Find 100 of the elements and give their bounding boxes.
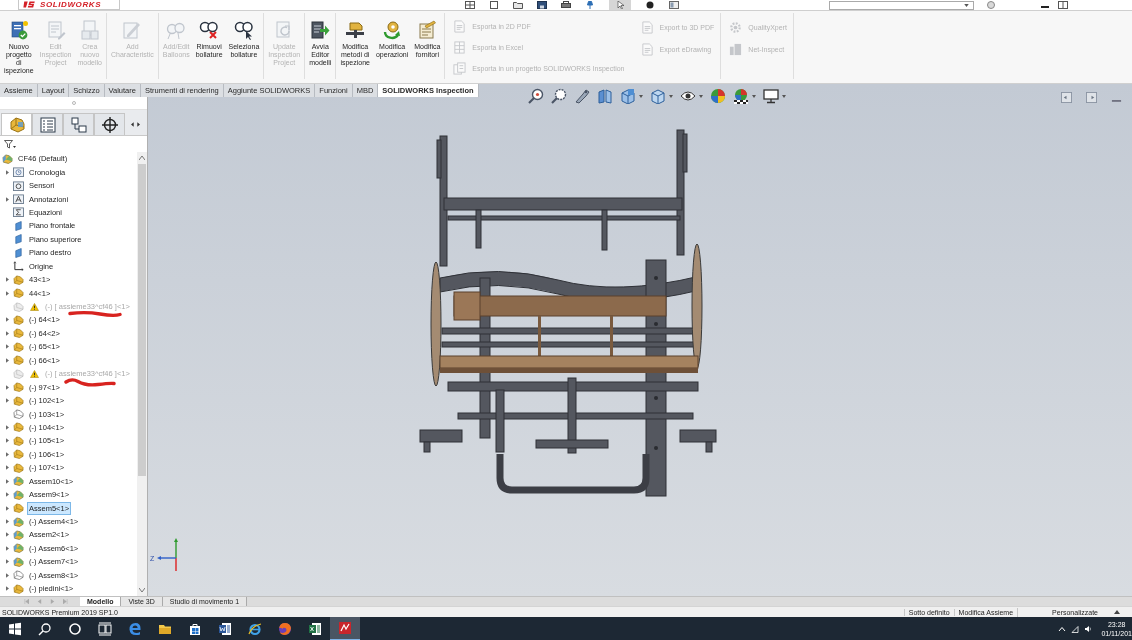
expand-arrow-icon[interactable] <box>6 398 9 404</box>
component-icon <box>13 382 24 393</box>
app-tile-icon <box>338 621 352 635</box>
expand-arrow-icon[interactable] <box>6 532 9 538</box>
chevron-up-icon[interactable] <box>1058 625 1067 633</box>
monitor-icon[interactable] <box>763 88 779 104</box>
caret-icon[interactable] <box>639 94 643 98</box>
disc-icon[interactable] <box>645 1 655 9</box>
component-icon <box>13 288 24 299</box>
caret-icon[interactable] <box>782 94 786 98</box>
expand-arrow-icon[interactable] <box>6 290 9 296</box>
component-outline-icon <box>13 570 24 581</box>
warning-icon <box>30 302 39 311</box>
scroll-down-icon[interactable] <box>139 588 145 592</box>
expand-arrow-icon[interactable] <box>6 519 9 525</box>
caret-icon <box>964 3 969 7</box>
expand-arrow-icon[interactable] <box>6 478 9 484</box>
section-cube-icon[interactable] <box>597 88 613 104</box>
component-icon <box>8 116 25 133</box>
scroll-arrows-icon[interactable] <box>131 122 140 127</box>
pen-scribble-mark <box>64 376 116 388</box>
network-icon[interactable] <box>1071 625 1080 633</box>
expand-arrow-icon[interactable] <box>6 451 9 457</box>
gear-icon <box>729 20 743 34</box>
component-icon <box>13 583 24 594</box>
caret-icon <box>1114 610 1120 614</box>
ds-logo-icon <box>23 1 36 8</box>
color-ball-checker-icon[interactable] <box>733 88 749 104</box>
user-circle-icon[interactable] <box>986 1 996 9</box>
pin-icon[interactable] <box>585 1 595 9</box>
eye-icon[interactable] <box>680 88 696 104</box>
expand-arrow-icon[interactable] <box>6 492 9 498</box>
shopping-bag-icon <box>188 622 202 636</box>
grip-icon[interactable] <box>71 101 76 105</box>
sketch-pencil-icon <box>122 20 143 40</box>
cube-icon[interactable] <box>650 88 666 104</box>
panel-tab[interactable] <box>94 113 125 135</box>
component-icon <box>13 435 24 446</box>
speaker-icon[interactable] <box>1084 625 1093 633</box>
windows-logo-icon[interactable] <box>8 622 22 636</box>
restore-icon[interactable] <box>1058 1 1068 9</box>
caret-icon[interactable] <box>669 94 673 98</box>
filter-icon[interactable] <box>4 139 16 149</box>
pointer-button[interactable] <box>609 0 631 10</box>
expand-arrow-icon[interactable] <box>6 424 9 430</box>
expand-arrow-icon[interactable] <box>6 384 9 390</box>
pliers-icon[interactable] <box>574 88 590 104</box>
globe-icon <box>278 622 292 636</box>
expand-arrow-icon[interactable] <box>6 357 9 363</box>
component-icon <box>13 422 24 433</box>
page-icon[interactable] <box>489 1 499 9</box>
component-icon <box>13 503 24 514</box>
expand-arrow-icon[interactable] <box>6 465 9 471</box>
search-icon[interactable] <box>38 622 52 636</box>
folder-icon[interactable] <box>513 1 523 9</box>
expand-arrow-icon[interactable] <box>6 586 9 592</box>
expand-arrow-icon[interactable] <box>6 545 9 551</box>
plane-icon <box>13 247 24 258</box>
magnifier-icon[interactable] <box>528 88 544 104</box>
browser-ring-icon <box>248 622 262 636</box>
component-icon <box>13 395 24 406</box>
search-field[interactable] <box>829 0 974 10</box>
caret-icon[interactable] <box>752 94 756 98</box>
expand-arrow-icon[interactable] <box>6 277 9 283</box>
color-ball-icon[interactable] <box>710 88 726 104</box>
expand-arrow-icon[interactable] <box>6 317 9 323</box>
property-list-icon <box>39 116 56 133</box>
configuration-tree-icon <box>70 116 87 133</box>
printer-icon[interactable] <box>561 1 571 9</box>
component-faded-icon <box>13 368 24 379</box>
annotation-box-icon <box>13 194 24 205</box>
window-grid-icon[interactable] <box>465 1 475 9</box>
task-view-icon[interactable] <box>98 622 112 636</box>
expand-arrow-icon[interactable] <box>6 169 9 175</box>
panel-icon[interactable] <box>669 1 679 9</box>
assembly-icon <box>13 556 24 567</box>
expand-arrow-icon[interactable] <box>6 344 9 350</box>
expand-arrow-icon[interactable] <box>6 330 9 336</box>
page-icon <box>640 20 654 34</box>
document-check-icon <box>8 20 29 40</box>
assembly-icon <box>2 153 13 164</box>
expand-arrow-icon[interactable] <box>6 559 9 565</box>
document-tile-icon <box>218 622 232 636</box>
expand-arrow-icon[interactable] <box>6 505 9 511</box>
scrollbar-thumb[interactable] <box>138 164 146 476</box>
component-outline-icon <box>13 409 24 420</box>
expand-arrow-icon[interactable] <box>6 572 9 578</box>
cube-icon[interactable] <box>620 88 636 104</box>
assembly-icon <box>13 543 24 554</box>
scrollbar-track[interactable] <box>137 152 147 596</box>
expand-arrow-icon[interactable] <box>6 438 9 444</box>
scroll-up-icon[interactable] <box>139 156 145 160</box>
magnifier-icon[interactable] <box>551 88 567 104</box>
save-icon[interactable] <box>537 1 547 9</box>
document-pencil-icon <box>417 20 438 40</box>
expand-arrow-icon[interactable] <box>6 196 9 202</box>
document-pencil-icon <box>45 20 66 40</box>
caret-icon[interactable] <box>699 94 703 98</box>
circle-icon[interactable] <box>68 622 82 636</box>
component-icon <box>13 328 24 339</box>
